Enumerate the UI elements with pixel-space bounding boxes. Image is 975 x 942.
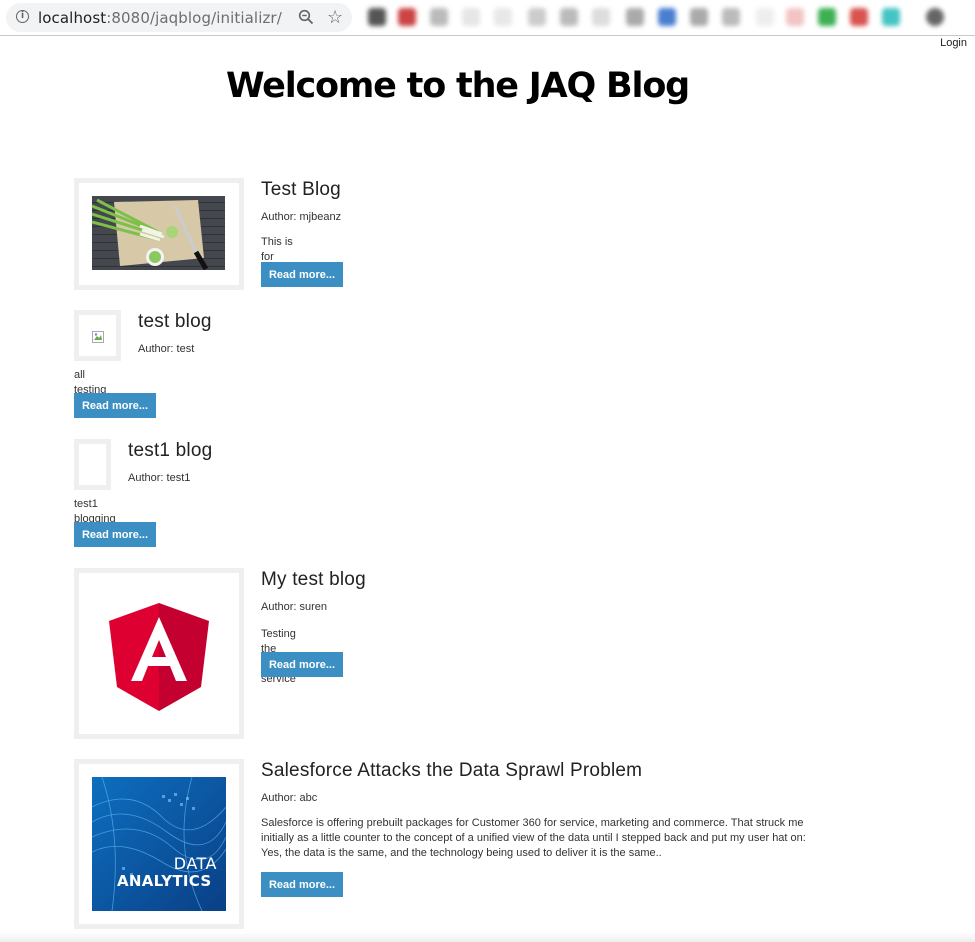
read-more-button[interactable]: Read more... [261,262,343,287]
extension-icon[interactable] [462,8,480,26]
zoom-icon[interactable] [298,9,314,25]
image-caption-analytics: ANALYTICS [117,872,212,890]
broken-image-icon [92,331,104,343]
read-more-button[interactable]: Read more... [261,652,343,677]
angular-logo [109,603,209,711]
post-thumbnail[interactable] [74,439,111,490]
data-analytics-image [92,777,226,911]
post-thumbnail[interactable] [74,310,121,361]
post-title[interactable]: My test blog [261,569,366,591]
page-bottom-edge [0,932,975,942]
extension-icon[interactable] [690,8,708,26]
post-author: Author: abc [261,792,318,804]
extension-icon[interactable] [398,8,416,26]
read-more-button[interactable]: Read more... [74,393,156,418]
url-text[interactable]: localhost:8080/jaqblog/initializr/ [38,9,282,27]
login-link[interactable]: Login [940,37,967,49]
extension-icon[interactable] [592,8,610,26]
post-thumbnail[interactable]: DATA ANALYTICS [74,759,244,929]
image-caption-data: DATA [173,854,217,873]
address-bar[interactable]: i localhost:8080/jaqblog/initializr/ ☆ [6,3,352,32]
extension-icon[interactable] [818,8,836,26]
extension-icon[interactable] [786,8,804,26]
star-icon[interactable]: ☆ [327,6,343,28]
extension-icon[interactable] [368,8,386,26]
extension-icon[interactable] [430,8,448,26]
extension-icon[interactable] [756,8,774,26]
read-more-button[interactable]: Read more... [74,522,156,547]
page-title: Welcome to the JAQ Blog [226,66,690,106]
post-author: Author: mjbeanz [261,211,342,223]
extension-icon[interactable] [658,8,676,26]
post-thumbnail[interactable] [74,568,244,739]
post-author: Author: test1 [128,472,191,484]
browser-toolbar: i localhost:8080/jaqblog/initializr/ ☆ [0,0,975,36]
extension-icon[interactable] [882,8,900,26]
extension-icon[interactable] [560,8,578,26]
info-icon[interactable]: i [16,10,29,23]
extension-icon[interactable] [528,8,546,26]
post-title[interactable]: Test Blog [261,179,341,201]
extension-icon[interactable] [626,8,644,26]
read-more-button[interactable]: Read more... [261,872,343,897]
profile-avatar[interactable] [926,8,944,26]
post-title[interactable]: Salesforce Attacks the Data Sprawl Probl… [261,760,642,782]
post-thumbnail[interactable] [74,178,244,290]
post-title[interactable]: test1 blog [128,440,212,462]
post-excerpt: Salesforce is offering prebuilt packages… [261,817,806,859]
extension-icon[interactable] [850,8,868,26]
post-author: Author: suren [261,601,328,613]
post-author: Author: test [138,343,195,355]
post-title[interactable]: test blog [138,311,212,333]
green-onions-photo [92,196,225,270]
extension-icon[interactable] [722,8,740,26]
extension-icon[interactable] [494,8,512,26]
